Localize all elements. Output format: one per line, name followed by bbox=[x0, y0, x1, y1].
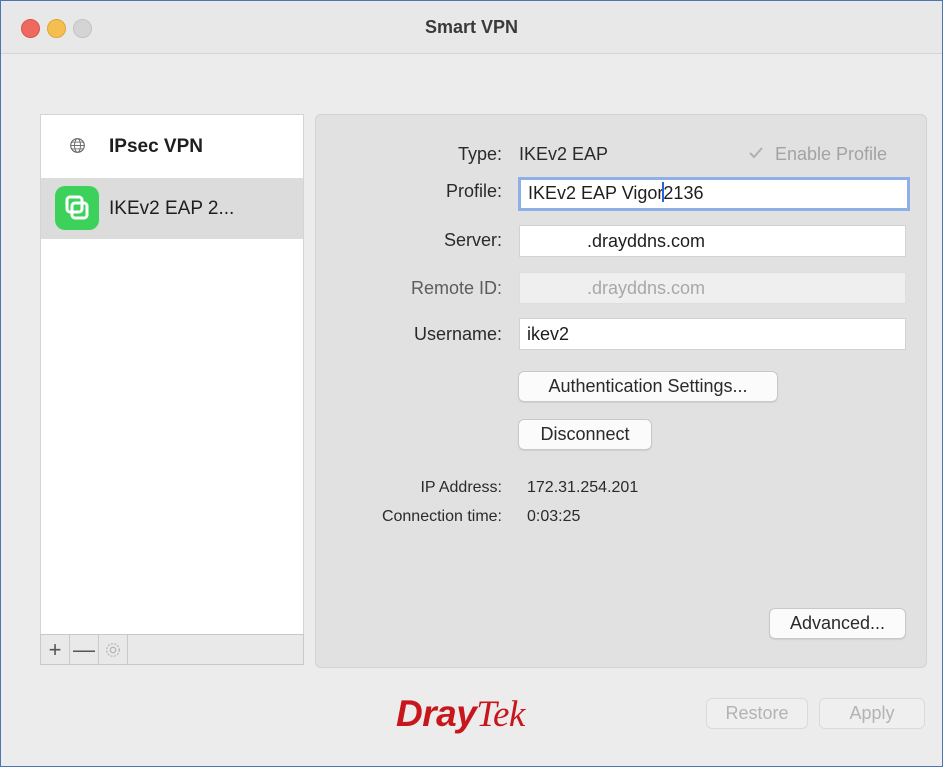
type-label: Type: bbox=[457, 144, 502, 164]
sidebar-header-label: IPsec VPN bbox=[109, 136, 203, 157]
draytek-logo: DrayTek bbox=[396, 693, 525, 736]
enable-profile-label: Enable Profile bbox=[775, 144, 888, 164]
connection-time-label: Connection time: bbox=[381, 508, 502, 525]
vpn-profile-icon bbox=[55, 186, 99, 230]
connection-time-value: 0:03:25 bbox=[527, 508, 581, 525]
brand-part1: Dray bbox=[396, 693, 477, 734]
profile-sidebar: IPsec VPN IKEv2 EAP 2... bbox=[40, 114, 304, 636]
profile-value-text: IKEv2 EAP Vigor bbox=[528, 183, 664, 203]
sidebar-header-ipsec-vpn[interactable]: IPsec VPN bbox=[41, 115, 303, 177]
apply-button[interactable]: Apply bbox=[819, 698, 925, 729]
type-value: IKEv2 EAP bbox=[519, 144, 609, 164]
profile-settings-panel: Type: IKEv2 EAP Enable Profile Profile: … bbox=[315, 114, 927, 668]
enable-profile-checkbox[interactable] bbox=[746, 143, 768, 165]
profile-value-text-end: 2136 bbox=[663, 183, 704, 203]
profile-label: Profile: bbox=[445, 181, 502, 201]
disconnect-button[interactable]: Disconnect bbox=[518, 419, 652, 450]
sidebar-item-label: IKEv2 EAP 2... bbox=[109, 198, 235, 219]
advanced-button[interactable]: Advanced... bbox=[769, 608, 906, 639]
ip-address-label: IP Address: bbox=[420, 479, 502, 496]
authentication-settings-button[interactable]: Authentication Settings... bbox=[518, 371, 778, 402]
remote-id-label: Remote ID: bbox=[410, 278, 502, 298]
gear-icon[interactable] bbox=[99, 635, 128, 664]
restore-button[interactable]: Restore bbox=[706, 698, 808, 729]
smart-vpn-window: Smart VPN IPsec VPN IKEv2 EAP 2... + — T… bbox=[0, 0, 943, 767]
server-field[interactable]: .drayddns.com bbox=[519, 225, 906, 257]
add-profile-button[interactable]: + bbox=[41, 635, 70, 664]
remove-profile-button[interactable]: — bbox=[70, 635, 99, 664]
title-bar: Smart VPN bbox=[1, 1, 942, 54]
profile-name-field[interactable]: IKEv2 EAP Vigor2136 bbox=[518, 177, 910, 211]
sidebar-item-ikev2-eap[interactable]: IKEv2 EAP 2... bbox=[41, 178, 303, 239]
username-label: Username: bbox=[413, 324, 502, 344]
globe-icon bbox=[70, 138, 85, 153]
ip-address-value: 172.31.254.201 bbox=[527, 479, 639, 496]
window-title: Smart VPN bbox=[424, 17, 519, 37]
server-label: Server: bbox=[443, 230, 502, 250]
sidebar-toolbar: + — bbox=[40, 634, 304, 665]
remote-id-field[interactable]: .drayddns.com bbox=[519, 272, 906, 304]
brand-part2: Tek bbox=[476, 694, 525, 735]
username-field[interactable]: ikev2 bbox=[519, 318, 906, 350]
